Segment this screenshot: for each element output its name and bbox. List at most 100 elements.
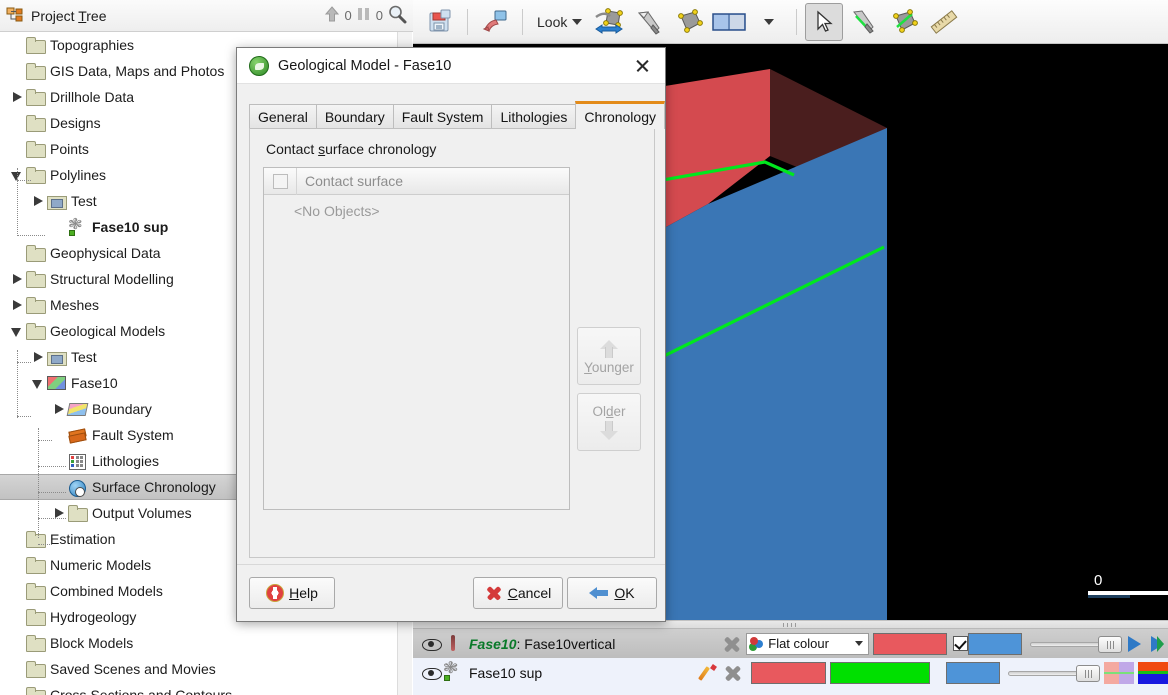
toolbar-separator	[796, 8, 798, 35]
look-label: Look	[537, 13, 568, 30]
opacity-slider[interactable]	[1008, 663, 1100, 683]
tree-node-cross-sections-and-contours[interactable]: Cross Sections and Contours	[0, 682, 413, 695]
upload-pending-count: 0	[344, 8, 352, 23]
tree-expander-right[interactable]	[52, 402, 66, 416]
tab-fault-system[interactable]: Fault System	[392, 104, 493, 129]
dialog-title-bar: Geological Model - Fase10	[237, 48, 665, 84]
slice-tool-button[interactable]	[590, 3, 628, 41]
slider-thumb[interactable]	[1076, 664, 1100, 682]
tab-lithologies[interactable]: Lithologies	[491, 104, 577, 129]
polyline-icon	[68, 219, 87, 236]
tree-node-label: Topographies	[50, 37, 135, 53]
toolbar-separator	[522, 8, 523, 35]
pause-count: 0	[375, 8, 383, 23]
slider-thumb[interactable]	[1098, 635, 1122, 653]
shape-name: Fase10: Fase10vertical	[469, 636, 698, 652]
folderimg-icon	[47, 193, 67, 210]
tree-connector	[38, 518, 66, 519]
look-dropdown[interactable]: Look	[531, 14, 588, 30]
folderimg-icon	[47, 349, 67, 366]
tab-chronology[interactable]: Chronology	[575, 101, 665, 129]
toolbar-separator	[467, 8, 468, 35]
folder-icon	[26, 609, 46, 626]
fault-icon	[68, 427, 87, 443]
tree-expander-down[interactable]	[10, 324, 24, 338]
tree-node-label: Fase10 sup	[92, 219, 169, 235]
older-button[interactable]: Older	[577, 393, 641, 451]
colour-swatch-primary[interactable]	[872, 632, 948, 655]
scene-snapshot-button[interactable]	[476, 3, 514, 41]
split-view-dropdown[interactable]	[750, 3, 788, 41]
colour-mode-dropdown[interactable]: Flat colour	[746, 632, 869, 655]
shape-list-row[interactable]: Fase10 sup	[413, 658, 1168, 687]
folder-icon	[26, 245, 46, 262]
tree-expander-down[interactable]	[31, 376, 45, 390]
colour-swatch-primary[interactable]	[751, 661, 827, 684]
colour-palette-pastel-icon[interactable]	[1104, 661, 1134, 684]
ok-button[interactable]: OK	[567, 577, 657, 609]
knife-draw-button[interactable]	[845, 3, 883, 41]
eye-icon[interactable]	[421, 635, 442, 653]
tree-expander-right[interactable]	[31, 350, 45, 364]
save-scene-button[interactable]	[421, 3, 459, 41]
tree-expander-right[interactable]	[10, 298, 24, 312]
help-button[interactable]: Help	[249, 577, 335, 609]
shape-list-panel: Fase10: Fase10vertical Flat colour Fase10 …	[413, 628, 1168, 695]
polygon-tool-button[interactable]	[670, 3, 708, 41]
tab-general[interactable]: General	[249, 104, 317, 129]
colour-swatch-line[interactable]	[830, 661, 931, 684]
tree-node-label: Surface Chronology	[92, 479, 216, 495]
search-icon[interactable]	[387, 4, 407, 27]
polygon-draw-button[interactable]	[885, 3, 923, 41]
upload-pending-icon[interactable]	[323, 5, 341, 26]
remove-shape-icon[interactable]	[720, 633, 744, 655]
split-view-button[interactable]	[710, 3, 748, 41]
shape-name-accent: Fase10	[469, 635, 517, 652]
folder-icon	[26, 37, 46, 54]
eye-icon[interactable]	[421, 664, 442, 682]
triangle-blue-green-icon[interactable]	[1148, 633, 1168, 655]
tree-node-label: Numeric Models	[50, 557, 152, 573]
cancel-button[interactable]: Cancel	[473, 577, 563, 609]
colour-swatch-secondary[interactable]	[968, 632, 1022, 655]
red-x-icon	[485, 584, 503, 602]
chevron-down-icon	[764, 18, 775, 25]
remove-shape-icon[interactable]	[721, 662, 745, 684]
tree-expander-right[interactable]	[31, 194, 45, 208]
pause-icon[interactable]	[356, 5, 372, 26]
edit-pencil-icon[interactable]	[699, 663, 721, 683]
row-checkbox[interactable]	[953, 636, 969, 651]
tree-connector	[17, 235, 45, 236]
dialog-tabstrip[interactable]: General Boundary Fault System Lithologies Ch…	[249, 101, 665, 129]
tree-expander-right[interactable]	[10, 90, 24, 104]
close-icon[interactable]	[625, 51, 659, 81]
contact-surface-chronology-label: Contact surface chronology	[266, 141, 437, 157]
select-all-checkbox[interactable]	[264, 167, 297, 195]
colour-mode-value: Flat colour	[768, 636, 829, 651]
chronology-icon	[68, 479, 87, 497]
contact-surface-list[interactable]: Contact surface <No Objects>	[263, 167, 570, 510]
pointer-tool-button[interactable]	[805, 2, 844, 41]
scalebar-label: 0	[1094, 572, 1102, 589]
tab-boundary[interactable]: Boundary	[315, 104, 394, 129]
tree-node-label: Combined Models	[50, 583, 163, 599]
tree-node-surface-chronology[interactable]: Surface Chronology	[0, 474, 237, 500]
colour-swatch-secondary[interactable]	[946, 661, 1000, 684]
tree-expander-right[interactable]	[10, 272, 24, 286]
tree-node-label: Output Volumes	[92, 505, 192, 521]
opacity-slider[interactable]	[1030, 634, 1122, 654]
shape-list-row[interactable]: Fase10: Fase10vertical Flat colour	[413, 629, 1168, 658]
ruler-tool-button[interactable]	[925, 3, 963, 41]
tree-node-saved-scenes-and-movies[interactable]: Saved Scenes and Movies	[0, 656, 413, 682]
younger-button[interactable]: Younger	[577, 327, 641, 385]
tab-label: General	[258, 109, 308, 125]
triangle-blue-icon[interactable]	[1125, 633, 1145, 655]
folder-icon	[26, 63, 46, 80]
knife-tool-button[interactable]	[630, 3, 668, 41]
colour-palette-rgb-icon[interactable]	[1138, 661, 1168, 684]
tree-node-block-models[interactable]: Block Models	[0, 630, 413, 656]
